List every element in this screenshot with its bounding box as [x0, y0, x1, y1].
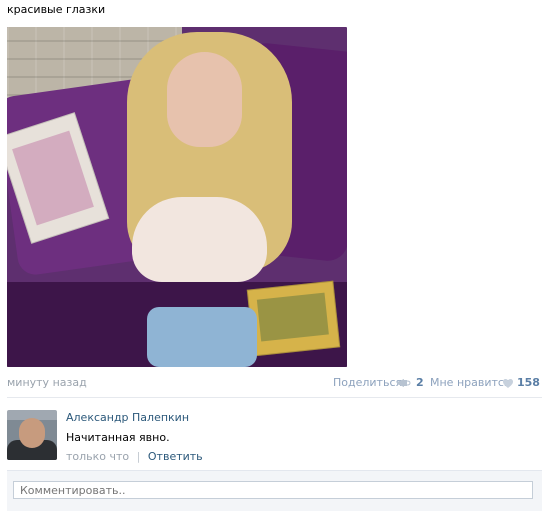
divider	[7, 397, 542, 398]
like-count[interactable]: 158	[517, 376, 540, 389]
photo-face	[167, 52, 242, 147]
photo-top	[132, 197, 267, 282]
post-photo[interactable]	[7, 27, 347, 367]
comment-input[interactable]	[13, 481, 533, 499]
comment: Александр Палепкин Начитанная явно. толь…	[7, 410, 542, 465]
comment-text: Начитанная явно.	[66, 431, 170, 444]
comment-time[interactable]: только что	[66, 450, 129, 463]
comment-composer	[7, 470, 542, 511]
post-meta-row: минуту назад Поделиться 2 Мне нравится 1…	[7, 376, 540, 390]
comment-separator: |	[136, 450, 141, 463]
photo-magazine-right	[246, 280, 341, 357]
megaphone-icon[interactable]	[396, 377, 412, 389]
photo-shorts	[147, 307, 257, 367]
comment-author[interactable]: Александр Палепкин	[66, 411, 189, 424]
share-count[interactable]: 2	[416, 376, 424, 389]
like-link[interactable]: Мне нравится	[430, 376, 511, 389]
avatar-head	[19, 418, 45, 448]
share-link[interactable]: Поделиться	[333, 376, 402, 389]
avatar[interactable]	[7, 410, 57, 460]
post-time[interactable]: минуту назад	[7, 376, 87, 389]
post-text: красивые глазки	[7, 3, 106, 16]
comment-meta: только что | Ответить	[66, 450, 203, 463]
heart-icon[interactable]	[502, 377, 514, 389]
reply-link[interactable]: Ответить	[148, 450, 203, 463]
